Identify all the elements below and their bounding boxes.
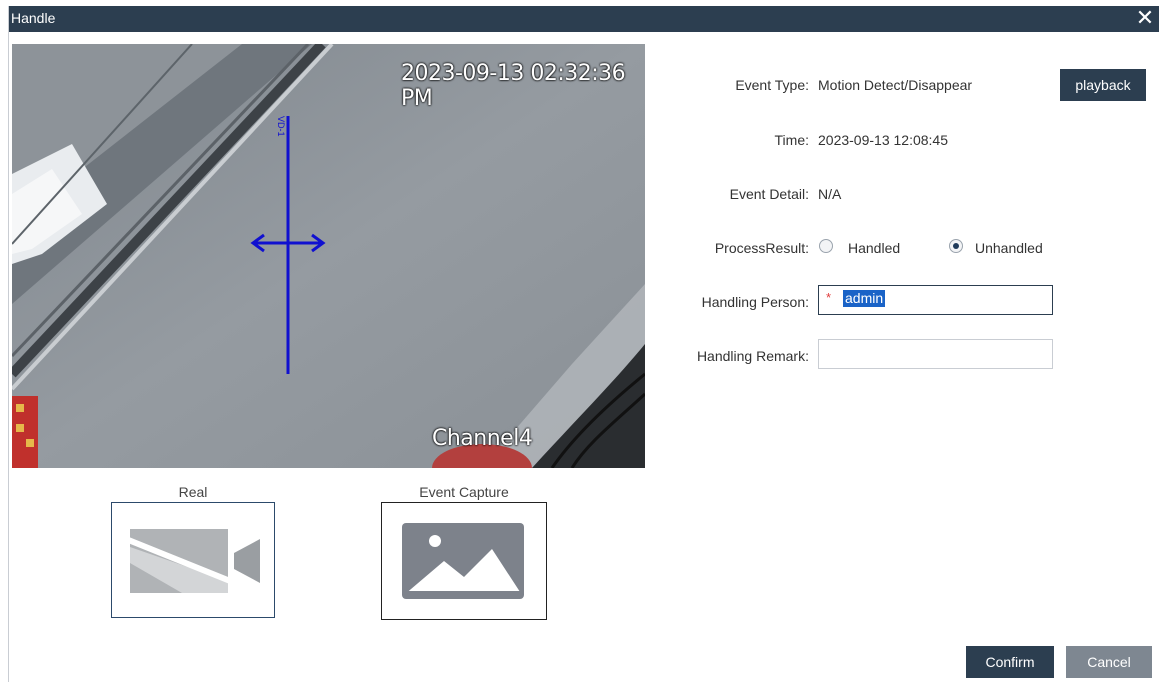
event-type-value: Motion Detect/Disappear bbox=[818, 77, 973, 93]
real-thumbnail[interactable] bbox=[111, 502, 275, 618]
handling-person-label: Handling Person: bbox=[701, 294, 809, 310]
handling-remark-row: Handling Remark: bbox=[569, 348, 809, 378]
event-type-row: Event Type: bbox=[569, 77, 809, 107]
event-type-label: Event Type: bbox=[735, 77, 809, 93]
time-row: Time: bbox=[569, 132, 809, 162]
video-preview[interactable]: VD-1 2023-09-13 02:32:36 PM Channel4 bbox=[12, 44, 645, 468]
required-marker: * bbox=[826, 290, 832, 305]
title-bar: Handle ✕ bbox=[9, 6, 1159, 32]
handling-remark-input[interactable] bbox=[818, 339, 1053, 369]
event-detail-row: Event Detail: bbox=[569, 186, 809, 216]
handling-remark-label: Handling Remark: bbox=[696, 348, 809, 364]
video-channel-label: Channel4 bbox=[432, 426, 533, 451]
confirm-button[interactable]: Confirm bbox=[966, 646, 1054, 678]
handling-person-input[interactable]: * admin bbox=[818, 285, 1053, 315]
time-label: Time: bbox=[774, 132, 809, 148]
handling-person-value: admin bbox=[843, 290, 886, 307]
dialog-title: Handle bbox=[11, 10, 56, 26]
playback-button[interactable]: playback bbox=[1060, 69, 1146, 101]
close-icon[interactable]: ✕ bbox=[1134, 7, 1156, 29]
event-capture-thumbnail[interactable] bbox=[381, 502, 547, 620]
radio-unhandled-label[interactable]: Unhandled bbox=[975, 240, 1043, 256]
real-label: Real bbox=[178, 484, 208, 500]
cancel-button[interactable]: Cancel bbox=[1066, 646, 1152, 678]
overlay-label: VD-1 bbox=[276, 116, 286, 137]
event-capture-label: Event Capture bbox=[419, 484, 509, 500]
event-detail-value: N/A bbox=[818, 186, 842, 202]
radio-handled-label[interactable]: Handled bbox=[848, 240, 900, 256]
process-result-label: ProcessResult: bbox=[714, 240, 809, 256]
event-detail-label: Event Detail: bbox=[729, 186, 809, 202]
handle-dialog: Handle ✕ VD-1 2023-09-13 02:32:36 PM Cha… bbox=[8, 6, 1159, 682]
video-off-icon bbox=[124, 529, 260, 593]
radio-handled[interactable] bbox=[819, 239, 833, 253]
radio-unhandled[interactable] bbox=[949, 239, 963, 253]
time-value: 2023-09-13 12:08:45 bbox=[818, 132, 948, 148]
image-icon bbox=[402, 523, 524, 599]
handling-person-row: Handling Person: bbox=[569, 294, 809, 324]
process-result-row: ProcessResult: bbox=[569, 240, 809, 270]
